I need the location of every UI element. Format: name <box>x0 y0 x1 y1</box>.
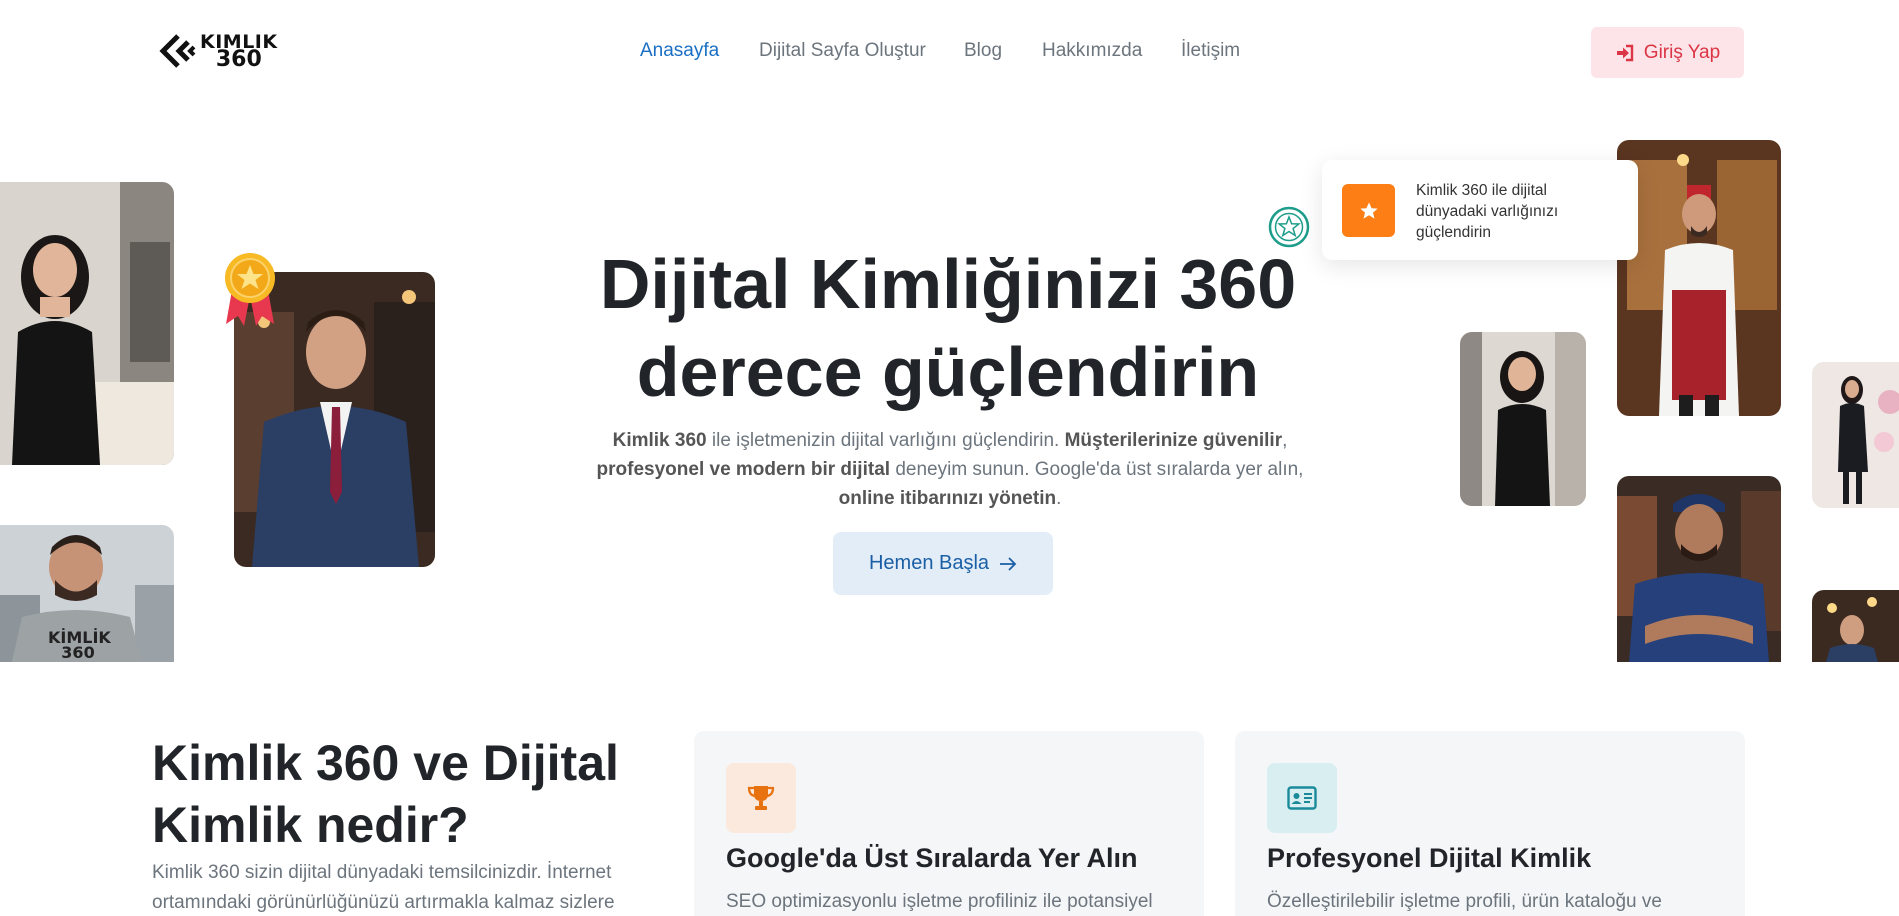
desc-text-3: deneyim sunun. Google'da üst sıralarda y… <box>890 459 1304 480</box>
desc-bold-2: Müşterilerinize güvenilir <box>1064 430 1283 451</box>
feature-card-google: Google'da Üst Sıralarda Yer Alın SEO opt… <box>694 731 1204 916</box>
feature-title: Google'da Üst Sıralarda Yer Alın <box>726 843 1138 873</box>
feature-text: Özelleştirilebilir işletme profili, ürün… <box>1267 891 1662 912</box>
photo-man-kimlik-shirt: KİMLİK 360 <box>0 525 174 662</box>
star-icon <box>1342 184 1395 237</box>
photo-woman-black-dress <box>0 182 174 465</box>
sign-in-icon <box>1616 44 1633 61</box>
photo-woman-suit <box>1812 362 1899 508</box>
photo-man-blue-shirt <box>1617 476 1781 662</box>
hero-description: Kimlik 360 ile işletmenizin dijital varl… <box>590 426 1310 513</box>
desc-bold-4: online itibarınızı yönetin <box>838 488 1057 509</box>
nav-item-blog[interactable]: Blog <box>964 40 1002 62</box>
brand-logo[interactable]: KIMLIK 360 <box>158 32 278 72</box>
navbar: KIMLIK 360 Anasayfa Dijital Sayfa Oluştu… <box>0 0 1899 104</box>
nav-item-anasayfa[interactable]: Anasayfa <box>640 40 719 62</box>
nav-item-dijital-sayfa[interactable]: Dijital Sayfa Oluştur <box>759 40 926 62</box>
desc-text-2: , <box>1282 430 1288 451</box>
about-title: Kimlik 360 ve Dijital Kimlik nedir? <box>152 735 619 853</box>
feature-title: Profesyonel Dijital Kimlik <box>1267 843 1592 873</box>
photo-woman-small <box>1460 332 1586 506</box>
desc-text-1: ile işletmenizin dijital varlığını güçle… <box>706 430 1065 451</box>
shirt-text-line2: 360 <box>61 643 95 662</box>
login-button[interactable]: Giriş Yap <box>1591 27 1744 78</box>
hero-title: Dijital Kimliğinizi 360 derece güçlendir… <box>560 240 1336 416</box>
desc-bold-1: Kimlik 360 <box>612 430 707 451</box>
desc-bold-3: profesyonel ve modern bir dijital <box>596 459 891 480</box>
photo-chef <box>1617 140 1781 416</box>
nav-item-hakkimizda[interactable]: Hakkımızda <box>1042 40 1142 62</box>
hero-title-line2: derece güçlendirin <box>636 333 1260 411</box>
nav-item-iletisim[interactable]: İletişim <box>1181 40 1240 62</box>
cta-label: Hemen Başla <box>868 552 990 574</box>
about-text: Kimlik 360 sizin dijital dünyadaki temsi… <box>152 862 615 913</box>
medal-icon <box>222 252 278 331</box>
login-label: Giriş Yap <box>1643 41 1721 63</box>
hero-title-line1: Dijital Kimliğinizi 360 <box>599 245 1297 323</box>
logo-chevron-icon <box>159 34 196 68</box>
arrow-right-icon <box>1000 556 1017 571</box>
get-started-button[interactable]: Hemen Başla <box>833 532 1053 595</box>
feature-text: SEO optimizasyonlu işletme profiliniz il… <box>726 891 1153 912</box>
id-card-icon <box>1267 763 1337 833</box>
brand-line2: 360 <box>215 47 262 72</box>
badge-text: Kimlik 360 ile dijital dünyadaki varlığı… <box>1416 182 1559 241</box>
info-badge-card: Kimlik 360 ile dijital dünyadaki varlığı… <box>1322 160 1638 260</box>
desc-text-4: . <box>1056 488 1062 509</box>
feature-card-identity: Profesyonel Dijital Kimlik Özelleştirile… <box>1235 731 1745 916</box>
trophy-icon <box>726 763 796 833</box>
photo-man-cafe <box>1812 590 1899 662</box>
